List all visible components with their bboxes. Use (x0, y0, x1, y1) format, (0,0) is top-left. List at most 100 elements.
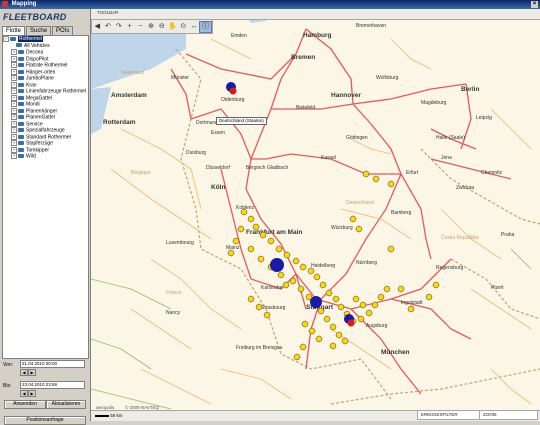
vehicle-marker-icon[interactable] (349, 215, 357, 223)
refresh-button[interactable]: Aktualisieren (46, 400, 86, 409)
vehicle-marker-icon[interactable] (332, 295, 340, 303)
vehicle-marker-icon[interactable] (313, 273, 321, 281)
close-icon[interactable]: × (531, 1, 538, 8)
vehicle-marker-icon[interactable] (292, 257, 300, 265)
tab-pois[interactable]: POIs (52, 26, 74, 35)
vehicle-marker-icon[interactable] (355, 225, 363, 233)
zoom-panel[interactable]: ZOOM (479, 410, 538, 420)
alert-marker-icon[interactable] (229, 87, 237, 95)
map-tool-button[interactable]: ↷ (113, 22, 124, 32)
vehicle-marker-icon[interactable] (323, 315, 331, 323)
vehicle-marker-icon[interactable] (247, 295, 255, 303)
from-next-button[interactable]: ▶ (28, 369, 36, 376)
vehicle-marker-icon[interactable] (232, 237, 240, 245)
vehicle-marker-icon[interactable] (277, 271, 285, 279)
vehicle-marker-icon[interactable] (319, 281, 327, 289)
vehicle-marker-icon[interactable] (259, 231, 267, 239)
expand-icon[interactable]: + (11, 140, 17, 146)
vehicle-marker-icon[interactable] (397, 285, 405, 293)
vehicle-marker-icon[interactable] (227, 249, 235, 257)
vehicle-marker-icon[interactable] (341, 337, 349, 345)
map-canvas[interactable]: Hamburg Bremen Hannover Berlin Amsterdam Rott… (91, 9, 540, 421)
expand-icon[interactable]: + (11, 88, 17, 94)
vehicle-marker-icon[interactable] (383, 285, 391, 293)
expand-icon[interactable]: + (11, 107, 17, 114)
vehicle-marker-icon[interactable] (297, 285, 305, 293)
map-tool-button[interactable]: ⊙ (178, 22, 189, 32)
event-filter-panel[interactable]: EREIGNISFILTER (417, 410, 480, 420)
vehicle-marker-icon[interactable] (282, 281, 290, 289)
expand-icon[interactable]: + (11, 81, 17, 88)
map-tool-button[interactable]: ◀ (92, 22, 103, 32)
tab-flotte[interactable]: Flotte (2, 26, 26, 35)
expand-icon[interactable]: + (11, 153, 17, 159)
vehicle-marker-icon[interactable] (371, 301, 379, 309)
tab-suche[interactable]: Suche (26, 26, 52, 35)
vehicle-marker-icon[interactable] (357, 315, 365, 323)
vehicle-marker-icon[interactable] (257, 255, 265, 263)
vehicle-marker-icon[interactable] (432, 281, 440, 289)
map-tool-button[interactable]: ⊕ (146, 22, 157, 32)
vehicle-marker-icon[interactable] (289, 277, 297, 285)
vehicle-marker-icon[interactable] (425, 293, 433, 301)
vehicle-marker-icon[interactable] (247, 215, 255, 223)
expand-icon[interactable]: + (11, 133, 17, 140)
map-tool-button[interactable]: ↔ (189, 22, 200, 32)
expand-icon[interactable]: + (11, 55, 17, 62)
expand-icon[interactable]: + (11, 94, 17, 101)
expand-icon[interactable]: + (11, 68, 17, 75)
to-date-input[interactable]: 23.04.2010 23:59 (20, 381, 85, 389)
vehicle-marker-icon[interactable] (308, 327, 316, 335)
expand-icon[interactable]: + (11, 62, 17, 68)
vehicle-marker-icon[interactable] (329, 342, 337, 350)
vehicle-marker-icon[interactable] (237, 225, 245, 233)
vehicle-marker-icon[interactable] (335, 331, 343, 339)
map-tool-button[interactable]: ↶ (103, 22, 114, 32)
vehicle-marker-icon[interactable] (372, 175, 380, 183)
map-tool-button[interactable]: + (124, 22, 135, 32)
alert-marker-icon[interactable] (347, 319, 355, 327)
vehicle-marker-icon[interactable] (315, 335, 323, 343)
vehicle-marker-icon[interactable] (329, 323, 337, 331)
tree-item[interactable]: + Wild (3, 153, 88, 160)
vehicle-marker-icon[interactable] (263, 311, 271, 319)
vehicle-marker-icon[interactable] (293, 353, 301, 361)
vehicle-marker-icon[interactable] (365, 309, 373, 317)
expand-icon[interactable]: − (3, 36, 9, 42)
vehicle-marker-icon[interactable] (255, 303, 263, 311)
vehicle-marker-icon[interactable] (252, 223, 260, 231)
vehicle-marker-icon[interactable] (299, 263, 307, 271)
vehicle-marker-icon[interactable] (283, 251, 291, 259)
expand-icon[interactable]: + (11, 120, 17, 127)
vehicle-cluster-icon[interactable] (310, 296, 322, 308)
vehicle-marker-icon[interactable] (352, 295, 360, 303)
from-date-input[interactable]: 21.04.2010 00:00 (20, 360, 85, 368)
map-tool-button[interactable]: ⊖ (156, 22, 167, 32)
map-tool-button[interactable]: − (135, 22, 146, 32)
vehicle-marker-icon[interactable] (387, 245, 395, 253)
map-tool-button[interactable]: ⓘ (199, 20, 213, 33)
to-prev-button[interactable]: ◀ (20, 390, 28, 397)
from-prev-button[interactable]: ◀ (20, 369, 28, 376)
vehicle-marker-icon[interactable] (317, 307, 325, 315)
vehicle-marker-icon[interactable] (407, 305, 415, 313)
vehicle-marker-icon[interactable] (240, 208, 248, 216)
apply-button[interactable]: Anwenden (4, 400, 46, 409)
expand-icon[interactable]: + (11, 127, 17, 133)
vehicle-marker-icon[interactable] (377, 293, 385, 301)
expand-icon[interactable]: + (11, 75, 17, 81)
vehicle-marker-icon[interactable] (362, 170, 370, 178)
expand-icon[interactable]: + (11, 49, 17, 55)
vehicle-marker-icon[interactable] (337, 303, 345, 311)
vehicle-marker-icon[interactable] (325, 289, 333, 297)
vehicle-marker-icon[interactable] (359, 301, 367, 309)
expand-icon[interactable]: + (11, 101, 17, 107)
vehicle-marker-icon[interactable] (387, 180, 395, 188)
vehicle-marker-icon[interactable] (275, 245, 283, 253)
vehicle-cluster-icon[interactable] (270, 258, 284, 272)
expand-icon[interactable]: + (11, 146, 17, 153)
vehicle-marker-icon[interactable] (301, 320, 309, 328)
vehicle-marker-icon[interactable] (267, 237, 275, 245)
vehicle-marker-icon[interactable] (299, 343, 307, 351)
map-tool-button[interactable]: ✋ (167, 22, 178, 32)
